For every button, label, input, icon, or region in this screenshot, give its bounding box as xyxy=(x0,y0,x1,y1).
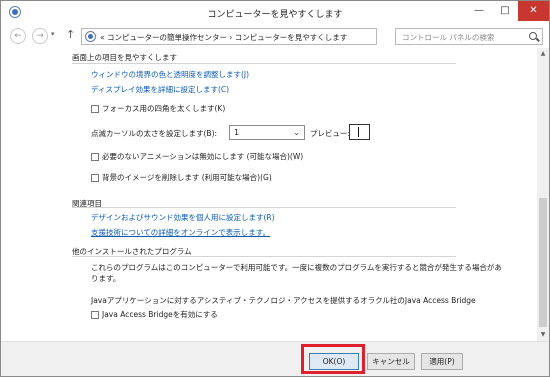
display-effects-link[interactable]: ディスプレイ効果を詳細に設定します(C) xyxy=(91,84,229,95)
cursor-thickness-value: 1 xyxy=(234,128,240,137)
scroll-thumb[interactable] xyxy=(539,198,547,327)
close-button[interactable]: ✕ xyxy=(518,1,549,21)
navigation-bar: ← → ▾ ↑ « コンピューターの簡単操作センター › コンピューターを見やす… xyxy=(1,25,549,47)
programs-description-line1: これらのプログラムはこのコンピューターで利用可能です。一度に複数のプログラムを実… xyxy=(91,263,502,272)
cursor-caret xyxy=(358,127,359,137)
breadcrumb[interactable]: « コンピューターの簡単操作センター › コンピューターを見やすくします xyxy=(100,32,347,43)
remove-background-option[interactable]: 背景のイメージを削除します (利用可能な場合)(G) xyxy=(91,172,272,183)
disable-animations-label: 必要のないアニメーションは無効にします (可能な場合)(W) xyxy=(102,152,304,161)
title-bar: コンピューターを見やすくします — □ ✕ xyxy=(1,1,549,25)
scroll-up-icon[interactable]: ▲ xyxy=(537,48,549,60)
thick-focus-checkbox[interactable] xyxy=(91,104,99,113)
forward-button[interactable]: → xyxy=(32,28,48,44)
disable-animations-option[interactable]: 必要のないアニメーションは無効にします (可能な場合)(W) xyxy=(91,151,303,162)
thick-focus-rectangle-option[interactable]: フォーカス用の四角を太くします(K) xyxy=(91,103,225,114)
chevron-down-icon: ⌄ xyxy=(293,128,300,137)
disable-animations-checkbox[interactable] xyxy=(91,152,99,161)
minimize-button[interactable]: — xyxy=(466,1,492,21)
remove-background-label: 背景のイメージを削除します (利用可能な場合)(G) xyxy=(102,173,272,182)
back-button[interactable]: ← xyxy=(10,28,26,44)
search-placeholder: コントロール パネルの検索 xyxy=(402,33,495,42)
search-input[interactable]: コントロール パネルの検索 xyxy=(395,28,543,45)
cursor-thickness-select[interactable]: 1 ⌄ xyxy=(229,125,305,140)
settings-content: 画面上の項目を見やすくします ウィンドウの境界の色と透明度を調整します(J) デ… xyxy=(1,48,537,341)
search-icon[interactable] xyxy=(529,32,537,40)
java-access-bridge-label: Java Access Bridgeを有効にする xyxy=(102,310,218,319)
cursor-preview xyxy=(349,124,370,140)
preview-label: プレビュー: xyxy=(310,129,351,138)
window-border-color-link[interactable]: ウィンドウの境界の色と透明度を調整します(J) xyxy=(91,69,249,80)
recent-locations-dropdown-icon[interactable]: ▾ xyxy=(51,30,55,38)
address-bar[interactable]: « コンピューターの簡単操作センター › コンピューターを見やすくします ▾ ↻ xyxy=(81,28,450,45)
apply-button[interactable]: 適用(P) xyxy=(421,353,463,370)
ok-button-highlight xyxy=(301,344,365,374)
section-heading-screen-items: 画面上の項目を見やすくします xyxy=(72,53,177,62)
java-access-bridge-description: Javaアプリケーションに対するアシスティブ・テクノロジ・アクセスを提供するオラ… xyxy=(91,296,476,305)
section-divider xyxy=(72,256,456,257)
section-divider xyxy=(72,207,456,208)
java-access-bridge-checkbox[interactable] xyxy=(91,310,99,319)
thick-focus-label: フォーカス用の四角を太くします(K) xyxy=(102,104,226,113)
cancel-button[interactable]: キャンセル xyxy=(367,353,415,370)
cursor-thickness-label: 点滅カーソルの太さを設定します(B): xyxy=(91,129,218,138)
assistive-tech-online-link[interactable]: 支援技術についての詳細をオンラインで表示します。 xyxy=(91,227,270,238)
dialog-footer: OK(O) キャンセル 適用(P) xyxy=(1,341,549,376)
control-panel-window: コンピューターを見やすくします — □ ✕ ← → ▾ ↑ « コンピューターの… xyxy=(0,0,550,377)
maximize-button[interactable]: □ xyxy=(492,1,518,21)
personalize-design-link[interactable]: デザインおよびサウンド効果を個人用に設定します(R) xyxy=(91,212,275,223)
control-panel-icon xyxy=(85,31,96,42)
vertical-scrollbar[interactable]: ▲ ▼ xyxy=(537,48,549,341)
programs-description-line2: ります。 xyxy=(91,274,121,283)
up-level-button[interactable]: ↑ xyxy=(66,28,75,41)
remove-background-checkbox[interactable] xyxy=(91,173,99,182)
scroll-down-icon[interactable]: ▼ xyxy=(537,329,549,341)
java-access-bridge-option[interactable]: Java Access Bridgeを有効にする xyxy=(91,309,218,320)
section-divider xyxy=(72,63,456,64)
